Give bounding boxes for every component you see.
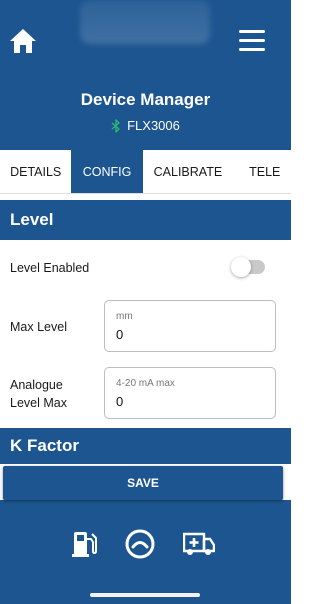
device-id: FLX3006	[127, 118, 180, 133]
max-level-label: Max Level	[10, 320, 67, 334]
analogue-value: 0	[116, 394, 124, 409]
analogue-label-line2: Level Max	[10, 396, 67, 410]
tab-telemetry[interactable]: TELE	[233, 150, 291, 193]
save-button[interactable]: SAVE	[3, 466, 283, 500]
analogue-label-line1: Analogue	[10, 378, 63, 392]
analogue-placeholder: 4-20 mA max	[116, 378, 175, 389]
blurred-logo	[80, 0, 210, 44]
home-icon[interactable]	[9, 28, 37, 54]
analogue-level-max-label: Analogue Level Max	[10, 376, 67, 412]
tab-details[interactable]: DETAILS	[0, 150, 71, 193]
level-enabled-toggle[interactable]	[231, 257, 265, 277]
page-title: Device Manager	[80, 90, 211, 109]
tab-bar: DETAILS CONFIG CALIBRATE TELE	[0, 150, 291, 194]
bluetooth-icon	[111, 118, 120, 133]
hamburger-menu-icon[interactable]	[239, 30, 265, 52]
toggle-knob	[231, 257, 251, 277]
tab-calibrate[interactable]: CALIBRATE	[143, 150, 233, 193]
tab-config[interactable]: CONFIG	[71, 150, 143, 193]
max-level-placeholder: mm	[116, 311, 133, 322]
device-info: FLX3006	[0, 118, 291, 133]
level-section-header: Level	[0, 200, 291, 240]
home-indicator[interactable]	[90, 593, 200, 597]
max-level-field[interactable]: mm 0	[104, 300, 276, 352]
fuel-pump-icon[interactable]	[72, 530, 98, 558]
level-enabled-label: Level Enabled	[10, 261, 90, 275]
max-level-value: 0	[116, 327, 124, 342]
ambulance-icon[interactable]	[183, 531, 215, 557]
analogue-level-max-field[interactable]: 4-20 mA max 0	[104, 367, 276, 419]
gauge-icon[interactable]	[124, 528, 156, 560]
kfactor-section-header: K Factor	[0, 428, 291, 464]
